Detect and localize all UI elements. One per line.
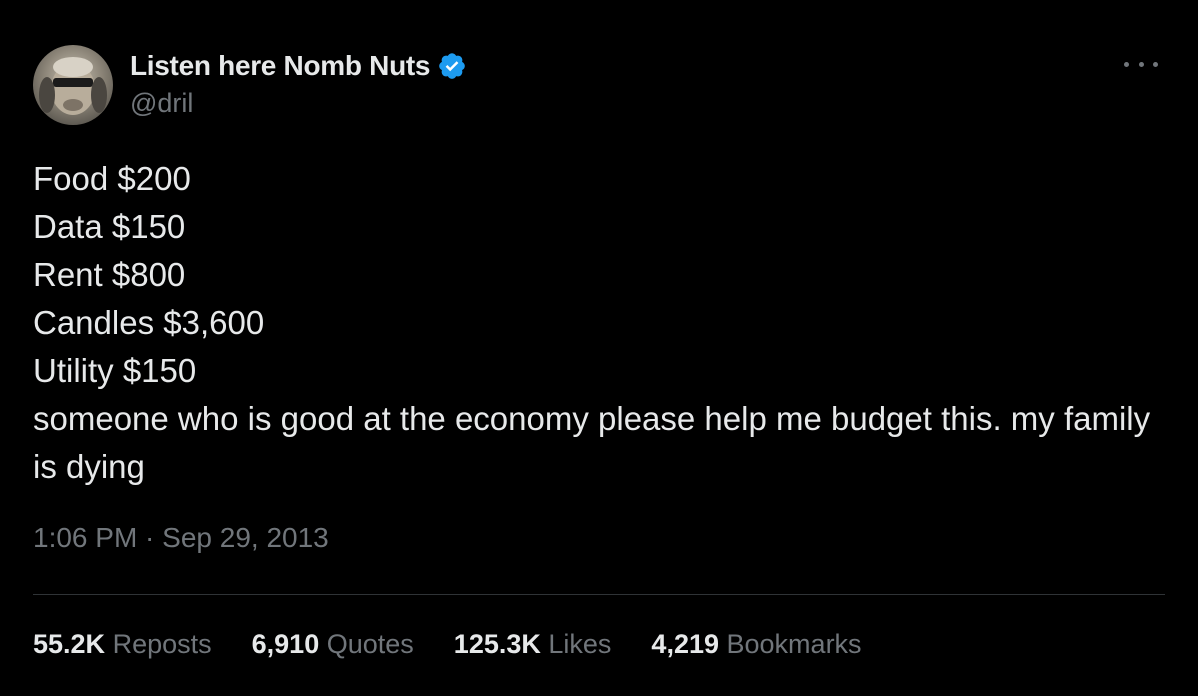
author-block: Listen here Nomb Nuts @dril [130, 46, 467, 119]
stat-quotes[interactable]: 6,910 Quotes [252, 629, 414, 660]
display-name[interactable]: Listen here Nomb Nuts [130, 50, 430, 82]
more-options-icon[interactable] [1124, 54, 1158, 74]
tweet-line: Utility $150 [33, 352, 197, 389]
avatar[interactable] [33, 45, 113, 125]
tweet-timestamp[interactable]: 1:06 PM · Sep 29, 2013 [33, 522, 329, 554]
tweet-line: Data $150 [33, 208, 186, 245]
stat-label: Likes [548, 629, 612, 659]
stat-likes[interactable]: 125.3K Likes [454, 629, 612, 660]
tweet-line: Candles $3,600 [33, 304, 265, 341]
stat-count: 4,219 [651, 629, 719, 659]
engagement-stats: 55.2K Reposts 6,910 Quotes 125.3K Likes … [33, 629, 902, 660]
verified-badge-icon[interactable] [437, 51, 467, 81]
tweet-line: Food $200 [33, 160, 191, 197]
stat-count: 6,910 [251, 629, 320, 659]
more-dot [1153, 61, 1158, 67]
stat-label: Bookmarks [726, 629, 862, 659]
tweet-card: Listen here Nomb Nuts @dril Food $200 Da… [0, 0, 1198, 696]
tweet-line: someone who is good at the economy pleas… [33, 400, 1151, 485]
stat-count: 125.3K [453, 629, 541, 659]
stat-label: Reposts [112, 629, 212, 659]
stat-label: Quotes [326, 629, 414, 659]
stat-count: 55.2K [33, 629, 106, 659]
more-dot [1138, 61, 1144, 67]
divider [33, 594, 1165, 595]
tweet-line: Rent $800 [33, 256, 186, 293]
name-row: Listen here Nomb Nuts [130, 46, 467, 86]
stat-bookmarks[interactable]: 4,219 Bookmarks [651, 629, 861, 660]
handle[interactable]: @dril [130, 88, 467, 119]
stat-reposts[interactable]: 55.2K Reposts [33, 629, 212, 660]
tweet-text: Food $200 Data $150 Rent $800 Candles $3… [33, 155, 1153, 491]
more-dot [1124, 61, 1129, 67]
avatar-image [39, 57, 107, 115]
